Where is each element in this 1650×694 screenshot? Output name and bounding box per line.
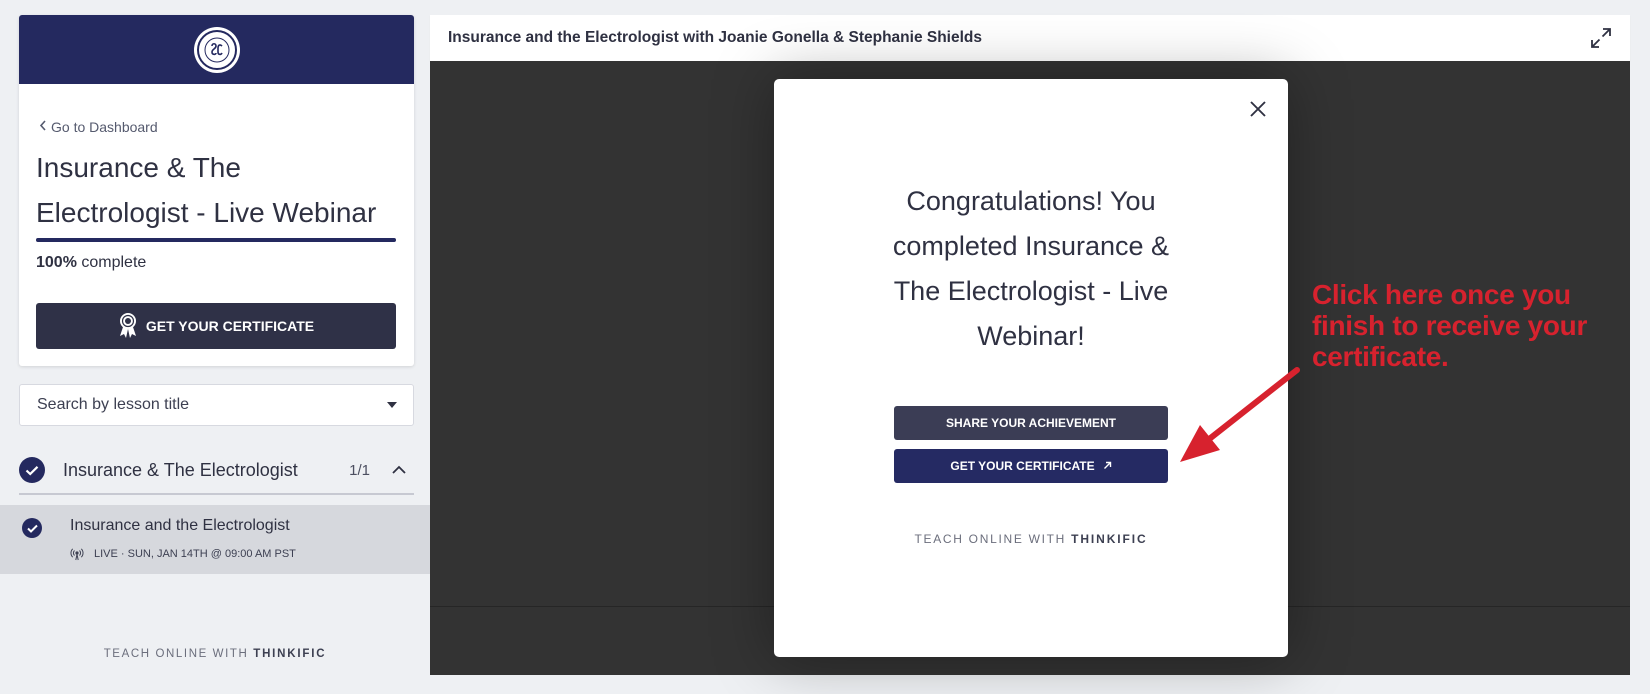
footer-brand: THINKIFIC	[253, 648, 327, 660]
get-certificate-modal-label: GET YOUR CERTIFICATE	[950, 459, 1095, 473]
award-ribbon-icon	[118, 312, 138, 341]
progress-bar	[36, 238, 396, 242]
lesson-meta: LIVE · SUN, JAN 14TH @ 09:00 AM PST	[70, 547, 296, 561]
progress-text: 100% complete	[36, 254, 146, 272]
expand-icon[interactable]	[1590, 27, 1612, 49]
lesson-schedule: LIVE · SUN, JAN 14TH @ 09:00 AM PST	[94, 548, 296, 560]
progress-percent: 100%	[36, 254, 77, 271]
external-link-icon	[1103, 459, 1112, 473]
course-card: Go to Dashboard Insurance & The Electrol…	[19, 15, 414, 366]
lesson-search-select[interactable]: Search by lesson title	[19, 384, 414, 426]
chapter-header[interactable]: Insurance & The Electrologist 1/1	[19, 447, 414, 495]
chevron-up-icon[interactable]	[392, 461, 406, 479]
get-certificate-sidebar-label: GET YOUR CERTIFICATE	[145, 318, 315, 334]
modal-footer-brand: THINKIFIC	[1071, 532, 1148, 546]
progress-bar-fill	[36, 238, 396, 242]
lesson-item[interactable]: Insurance and the Electrologist LIVE · S…	[0, 505, 430, 574]
course-title: Insurance & The Electrologist - Live Web…	[36, 152, 377, 228]
school-seal-icon	[196, 29, 237, 70]
thinkific-footer-modal[interactable]: TEACH ONLINE WITH THINKIFIC	[774, 532, 1288, 546]
seal-emblem-icon	[204, 37, 229, 62]
school-logo	[193, 26, 240, 73]
check-icon	[22, 518, 42, 538]
congratulations-heading: Congratulations! You completed Insurance…	[892, 186, 1170, 351]
broadcast-icon	[70, 547, 84, 561]
close-icon[interactable]	[1248, 99, 1268, 119]
chevron-left-icon	[39, 118, 47, 135]
footer-prefix: TEACH ONLINE WITH	[103, 648, 249, 660]
go-to-dashboard-link[interactable]: Go to Dashboard	[39, 118, 158, 135]
share-achievement-label: SHARE YOUR ACHIEVEMENT	[945, 416, 1117, 430]
go-to-dashboard-label: Go to Dashboard	[51, 118, 158, 135]
get-certificate-modal-button[interactable]: GET YOUR CERTIFICATE	[894, 449, 1168, 483]
share-achievement-button[interactable]: SHARE YOUR ACHIEVEMENT	[894, 406, 1168, 440]
course-header-banner	[19, 15, 414, 84]
lesson-page-title: Insurance and the Electrologist with Joa…	[448, 29, 983, 46]
chapter-lesson-count: 1/1	[349, 461, 370, 479]
arrow-annotation-icon	[1180, 367, 1300, 462]
check-icon	[19, 457, 45, 483]
progress-suffix: complete	[81, 254, 147, 271]
lesson-search-placeholder: Search by lesson title	[37, 396, 190, 413]
thinkific-footer-sidebar[interactable]: TEACH ONLINE WITH THINKIFIC	[0, 648, 430, 660]
course-sidebar: Go to Dashboard Insurance & The Electrol…	[0, 0, 430, 694]
lesson-topbar: Insurance and the Electrologist with Joa…	[430, 15, 1630, 61]
modal-footer-prefix: TEACH ONLINE WITH	[914, 532, 1067, 546]
chapter-title: Insurance & The Electrologist	[63, 459, 298, 480]
get-certificate-sidebar-button[interactable]: GET YOUR CERTIFICATE	[36, 303, 396, 349]
certificate-instruction-annotation: Click here once you finish to receive yo…	[1312, 279, 1588, 372]
caret-down-icon	[387, 402, 397, 408]
lesson-title: Insurance and the Electrologist	[70, 517, 290, 534]
